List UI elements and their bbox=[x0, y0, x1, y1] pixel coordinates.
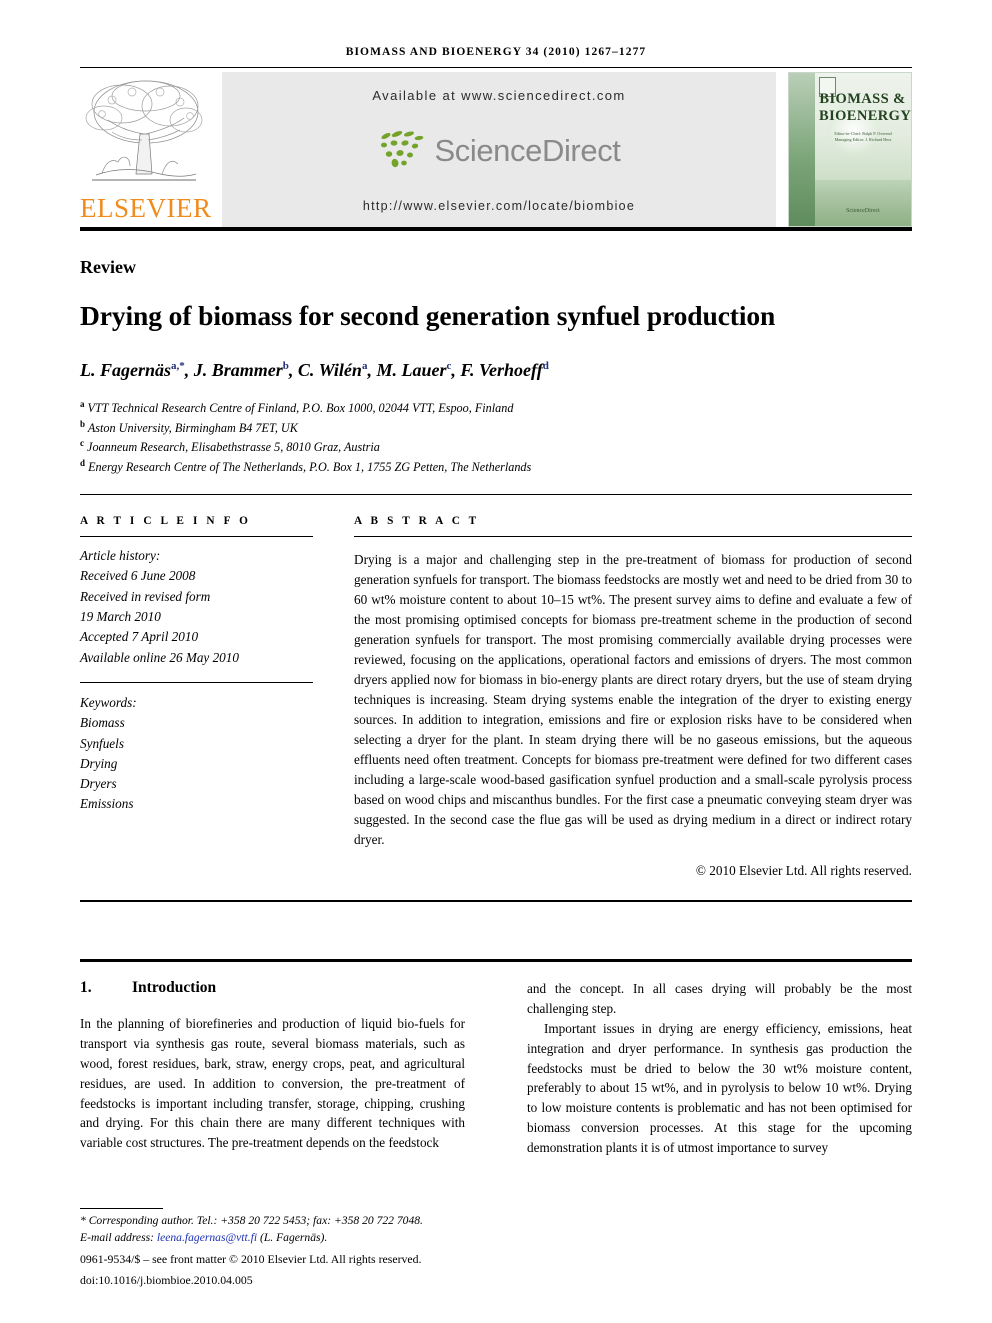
keyword-list: Biomass Synfuels Drying Dryers Emissions bbox=[80, 713, 313, 815]
body-paragraph: and the concept. In all cases drying wil… bbox=[527, 981, 912, 1017]
affiliation-mark: c bbox=[80, 438, 84, 449]
elsevier-logo: ELSEVIER bbox=[80, 72, 212, 227]
cover-title-line1: BIOMASS & bbox=[819, 91, 906, 107]
page-footer: * Corresponding author. Tel.: +358 20 72… bbox=[80, 1208, 465, 1289]
article-history-item: Accepted 7 April 2010 bbox=[80, 629, 199, 645]
author-name: J. Brammerb bbox=[193, 360, 289, 380]
abstract-column: A B S T R A C T Drying is a major and ch… bbox=[335, 515, 912, 880]
corresponding-author-note: * Corresponding author. Tel.: +358 20 72… bbox=[80, 1214, 423, 1228]
cover-imprint: ScienceDirect bbox=[846, 208, 880, 214]
section-number: 1. bbox=[80, 979, 92, 997]
author-affiliation-mark: b bbox=[282, 360, 289, 372]
abstract-bottom-rule bbox=[80, 900, 912, 903]
running-head: BIOMASS AND BIOENERGY 34 (2010) 1267–127… bbox=[345, 46, 647, 58]
abstract-copyright: © 2010 Elsevier Ltd. All rights reserved… bbox=[695, 863, 912, 879]
footnote-rule bbox=[80, 1208, 163, 1210]
body-column-left: 1. Introduction In the planning of biore… bbox=[80, 979, 465, 1157]
keywords-label: Keywords: bbox=[80, 694, 137, 710]
journal-homepage-url[interactable]: http://www.elsevier.com/locate/biombioe bbox=[363, 199, 635, 213]
article-info-column: A R T I C L E I N F O Article history: R… bbox=[80, 515, 335, 880]
article-type-label: Review bbox=[80, 257, 136, 277]
article-history-item: 19 March 2010 bbox=[80, 608, 161, 624]
cover-title-line2: BIOENERGY bbox=[819, 108, 912, 125]
cover-grass-decoration bbox=[815, 180, 911, 226]
email-link[interactable]: leena.fagernas@vtt.fi bbox=[157, 1231, 257, 1244]
body-top-rule bbox=[80, 959, 912, 963]
sciencedirect-logo[interactable]: ScienceDirect bbox=[377, 130, 621, 172]
section-heading: 1. Introduction bbox=[80, 979, 465, 997]
article-history-item: Available online 26 May 2010 bbox=[80, 649, 239, 665]
affiliation-list: a VTT Technical Research Centre of Finla… bbox=[80, 398, 912, 477]
abstract-heading: A B S T R A C T bbox=[354, 514, 480, 527]
issn-line: 0961-9534/$ – see front matter © 2010 El… bbox=[80, 1251, 422, 1266]
affiliation-mark: a bbox=[80, 399, 85, 409]
sciencedirect-band: Available at www.sciencedirect.com Scien… bbox=[222, 72, 776, 227]
article-history-label: Article history: bbox=[80, 547, 161, 563]
author-name: F. Verhoeffd bbox=[460, 360, 549, 380]
affiliation-item: c Joanneum Research, Elisabethstrasse 5,… bbox=[80, 438, 380, 455]
keyword-item[interactable]: Dryers bbox=[80, 774, 313, 794]
journal-cover-thumbnail: BIOMASS & BIOENERGY Editor-in-Chief: Ral… bbox=[788, 72, 912, 227]
article-info-top-rule bbox=[80, 493, 912, 495]
author-name: L. Fagernäsa,* bbox=[80, 360, 185, 380]
body-paragraph: Important issues in drying are energy ef… bbox=[527, 1020, 912, 1155]
article-history-list: Received 6 June 2008 Received in revised … bbox=[80, 566, 313, 668]
sciencedirect-leaves-icon bbox=[381, 131, 424, 168]
author-affiliation-mark: d bbox=[542, 360, 549, 372]
author-list: L. Fagernäsa,*, J. Brammerb, C. Wiléna, … bbox=[80, 360, 549, 380]
article-info-heading: A R T I C L E I N F O bbox=[80, 514, 251, 527]
masthead: ELSEVIER Available at www.sciencedirect.… bbox=[80, 72, 912, 227]
email-owner: (L. Fagernäs). bbox=[259, 1231, 328, 1245]
sciencedirect-wordmark: ScienceDirect bbox=[434, 133, 621, 168]
abstract-text: Drying is a major and challenging step i… bbox=[354, 552, 912, 848]
article-page: BIOMASS AND BIOENERGY 34 (2010) 1267–127… bbox=[0, 0, 992, 1323]
elsevier-wordmark: ELSEVIER bbox=[80, 193, 212, 223]
available-at-text: Available at www.sciencedirect.com bbox=[372, 88, 626, 103]
email-label: E-mail address: bbox=[80, 1231, 154, 1245]
cover-editor-line2: Managing Editor: J. Richard Hess bbox=[834, 137, 892, 143]
header-divider bbox=[80, 67, 912, 68]
author-affiliation-mark: a bbox=[361, 360, 368, 372]
article-history-item: Received in revised form bbox=[80, 588, 211, 604]
affiliation-item: b Aston University, Birmingham B4 7ET, U… bbox=[80, 418, 298, 435]
cover-spine bbox=[789, 73, 815, 226]
article-info-separator bbox=[80, 681, 313, 683]
page-title: Drying of biomass for second generation … bbox=[80, 300, 776, 331]
body-column-right: and the concept. In all cases drying wil… bbox=[527, 979, 912, 1157]
author-name: M. Lauerc bbox=[376, 360, 452, 380]
author-affiliation-mark: c bbox=[446, 360, 452, 372]
elsevier-tree-icon bbox=[82, 74, 204, 192]
affiliation-mark: b bbox=[80, 418, 86, 429]
keyword-item[interactable]: Biomass bbox=[80, 713, 313, 733]
keyword-item[interactable]: Emissions bbox=[80, 794, 313, 814]
abstract-heading-rule bbox=[354, 535, 912, 537]
affiliation-item: d Energy Research Centre of The Netherla… bbox=[80, 458, 532, 475]
article-history-item: Received 6 June 2008 bbox=[80, 568, 196, 584]
body-columns: 1. Introduction In the planning of biore… bbox=[80, 979, 912, 1157]
keyword-item[interactable]: Drying bbox=[80, 754, 313, 774]
section-title: Introduction bbox=[132, 979, 217, 997]
body-paragraph: In the planning of biorefineries and pro… bbox=[80, 1016, 465, 1151]
keyword-item[interactable]: Synfuels bbox=[80, 734, 313, 754]
affiliation-mark: d bbox=[80, 458, 86, 469]
cover-editors: Editor-in-Chief: Ralph P. Overend Managi… bbox=[821, 131, 905, 144]
info-abstract-row: A R T I C L E I N F O Article history: R… bbox=[80, 515, 912, 880]
author-name: C. Wiléna bbox=[297, 360, 368, 380]
masthead-bottom-rule bbox=[80, 227, 912, 231]
author-affiliation-mark: a,* bbox=[171, 360, 185, 372]
article-info-heading-rule bbox=[80, 535, 313, 537]
cover-title: BIOMASS & BIOENERGY bbox=[819, 91, 912, 125]
doi-line: doi:10.1016/j.biombioe.2010.04.005 bbox=[80, 1272, 253, 1287]
email-note: E-mail address: leena.fagernas@vtt.fi (L… bbox=[80, 1230, 465, 1247]
affiliation-item: a VTT Technical Research Centre of Finla… bbox=[80, 399, 514, 416]
